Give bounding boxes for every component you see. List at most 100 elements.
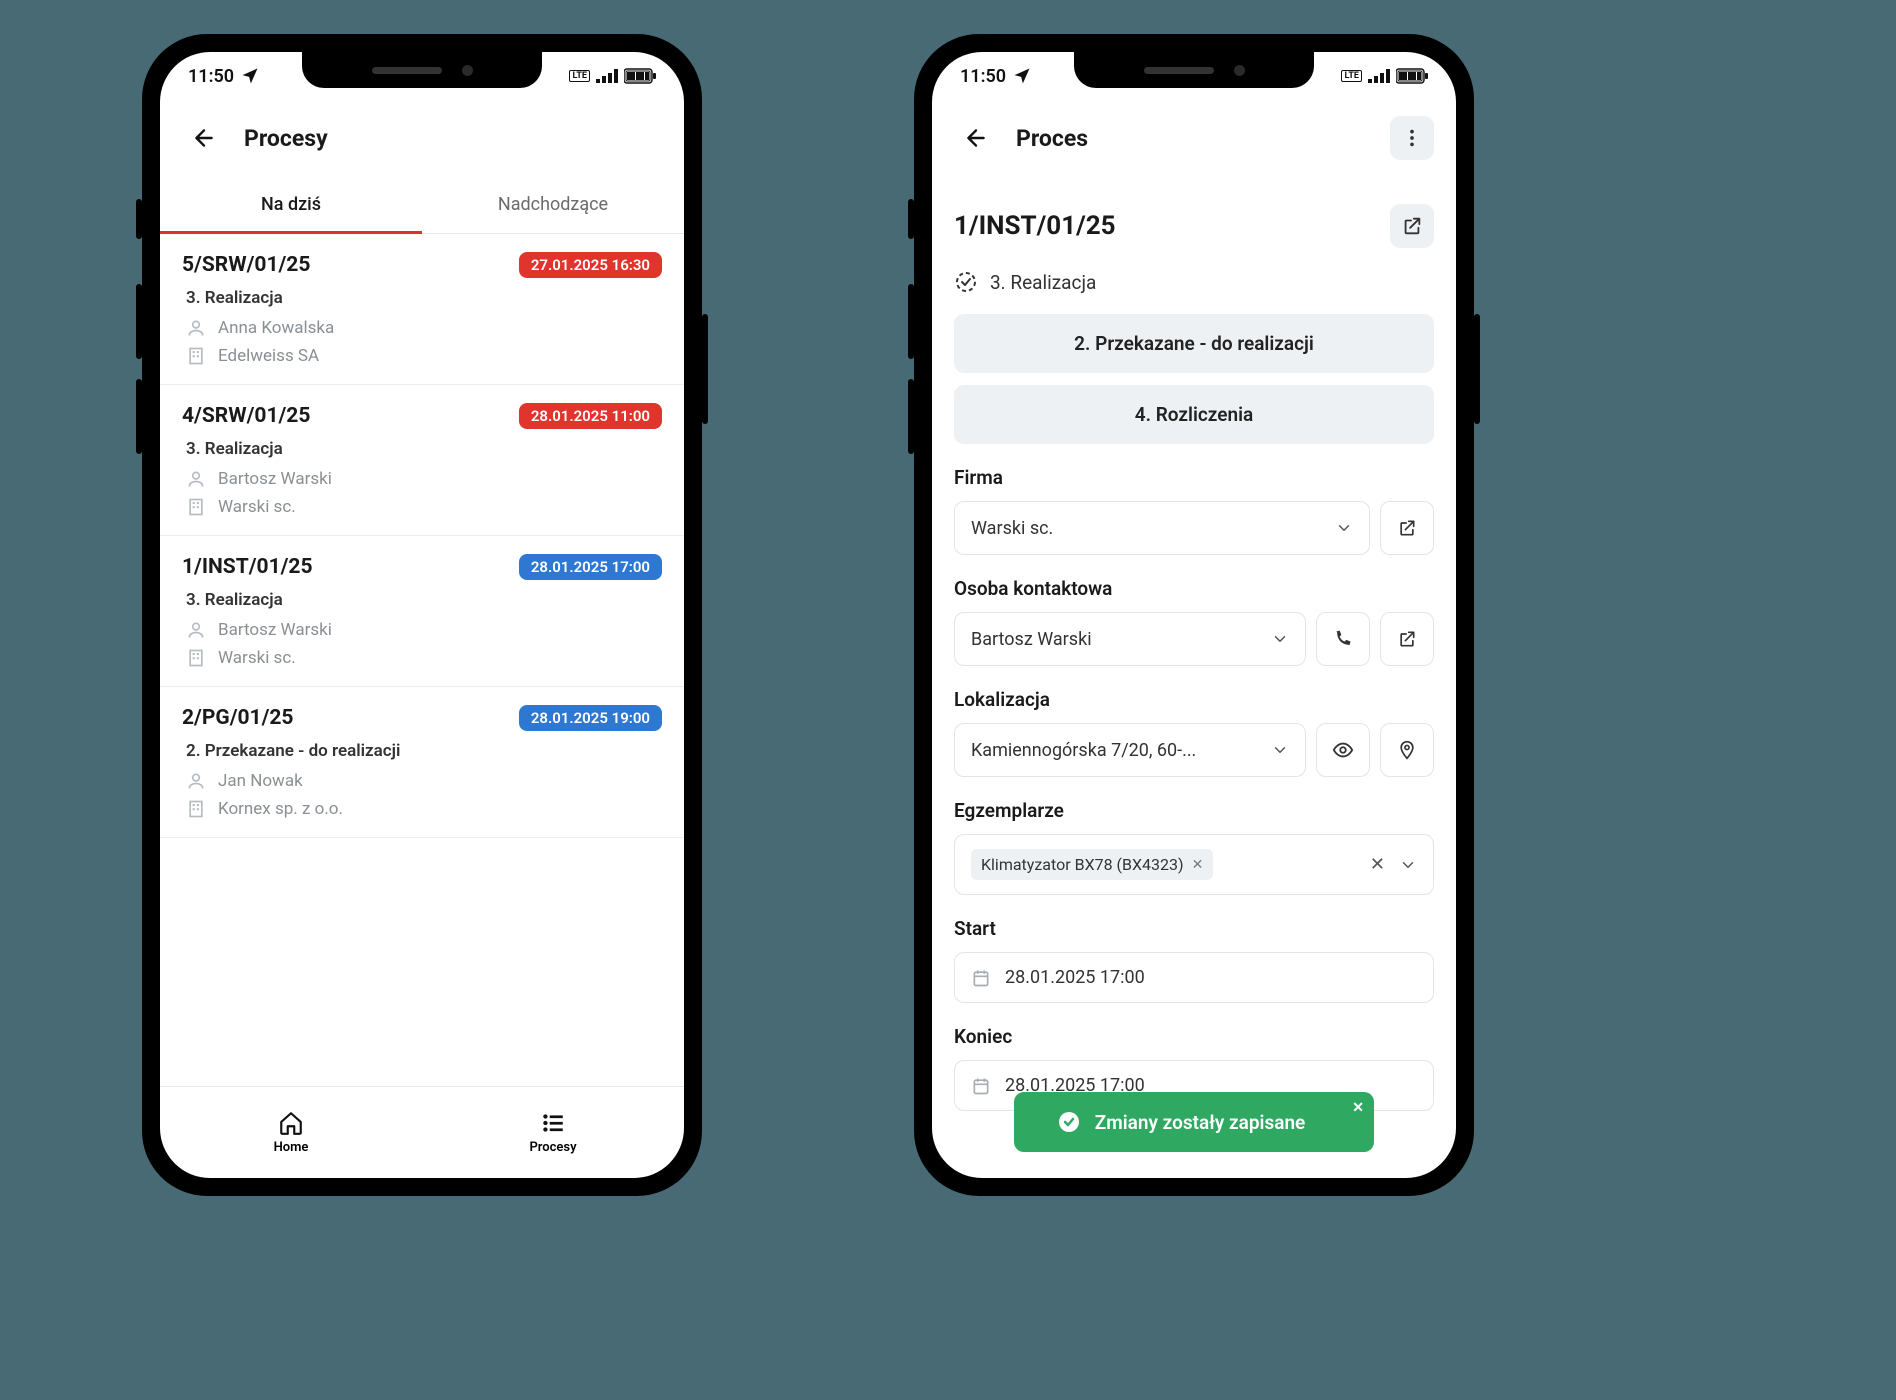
datetime-badge: 28.01.2025 17:00 [519,554,662,580]
company-label: Firma [954,466,1434,489]
process-id-title: 1/INST/01/25 [954,211,1116,241]
contact-select[interactable]: Bartosz Warski [954,612,1306,666]
bottom-nav: Home Procesy [160,1086,684,1178]
building-icon [186,346,206,366]
status-time: 11:50 [960,66,1006,87]
back-button[interactable] [954,116,998,160]
page-title: Procesy [244,125,328,152]
datetime-badge: 27.01.2025 16:30 [519,252,662,278]
home-icon [278,1110,304,1136]
remove-chip-button[interactable]: ✕ [1192,857,1204,873]
location-value: Kamiennogórska 7/20, 60-... [971,740,1196,761]
process-id: 2/PG/01/25 [182,706,293,730]
nav-processes[interactable]: Procesy [422,1087,684,1178]
nav-processes-label: Procesy [529,1140,576,1155]
process-list[interactable]: 5/SRW/01/25 27.01.2025 16:30 3. Realizac… [160,234,684,1086]
stage-next-button[interactable]: 4. Rozliczenia [954,385,1434,444]
battery-icon [1396,68,1428,84]
list-item[interactable]: 2/PG/01/25 28.01.2025 19:00 2. Przekazan… [160,687,684,838]
signal-icon [596,69,618,83]
open-company-button[interactable] [1380,501,1434,555]
person-icon [186,620,206,640]
arrow-left-icon [963,125,989,151]
location-label: Lokalizacja [954,688,1434,711]
process-person: Bartosz Warski [218,469,332,489]
location-select[interactable]: Kamiennogórska 7/20, 60-... [954,723,1306,777]
phone-icon [1333,629,1353,649]
tab-today[interactable]: Na dziś [160,176,422,233]
tabs: Na dziś Nadchodzące [160,176,684,234]
arrow-left-icon [191,125,217,151]
nav-home-label: Home [274,1140,309,1155]
phone-frame-left: 11:50 LTE Procesy Na dziś Nadchodzące [142,34,702,1196]
external-link-icon [1397,518,1417,538]
start-label: Start [954,917,1434,940]
call-contact-button[interactable] [1316,612,1370,666]
process-person: Bartosz Warski [218,620,332,640]
toast-close-button[interactable]: ✕ [1352,1100,1364,1116]
external-link-icon [1401,215,1423,237]
chevron-down-icon [1335,519,1353,537]
building-icon [186,799,206,819]
calendar-icon [971,968,991,988]
list-item[interactable]: 4/SRW/01/25 28.01.2025 11:00 3. Realizac… [160,385,684,536]
status-time: 11:50 [188,66,234,87]
process-detail[interactable]: 1/INST/01/25 3. Realizacja 2. Przekazane… [932,176,1456,1178]
location-arrow-icon [1012,66,1032,86]
more-menu-button[interactable] [1390,116,1434,160]
process-person: Jan Nowak [218,771,303,791]
process-status: 2. Przekazane - do realizacji [186,741,662,761]
person-icon [186,469,206,489]
process-person: Anna Kowalska [218,318,334,338]
items-multiselect[interactable]: Klimatyzator BX78 (BX4323) ✕ ✕ [954,834,1434,895]
company-value: Warski sc. [971,518,1053,539]
battery-icon [624,68,656,84]
tab-upcoming[interactable]: Nadchodzące [422,176,684,233]
datetime-badge: 28.01.2025 11:00 [519,403,662,429]
process-company: Warski sc. [218,648,296,668]
chevron-down-icon [1399,856,1417,874]
start-datetime-input[interactable]: 28.01.2025 17:00 [954,952,1434,1003]
map-location-button[interactable] [1380,723,1434,777]
signal-icon [1368,69,1390,83]
page-title: Proces [1016,125,1088,152]
open-contact-button[interactable] [1380,612,1434,666]
open-external-button[interactable] [1390,204,1434,248]
calendar-icon [971,1076,991,1096]
toast-message: Zmiany zostały zapisane [1095,1111,1306,1134]
end-label: Koniec [954,1025,1434,1048]
chevron-down-icon [1271,630,1289,648]
stage-prev-button[interactable]: 2. Przekazane - do realizacji [954,314,1434,373]
current-stage: 3. Realizacja [954,270,1434,294]
person-icon [186,771,206,791]
process-company: Edelweiss SA [218,346,319,366]
company-select[interactable]: Warski sc. [954,501,1370,555]
check-circle-icon [1057,1110,1081,1134]
process-id: 5/SRW/01/25 [182,253,310,277]
list-icon [540,1110,566,1136]
start-datetime-value: 28.01.2025 17:00 [1005,967,1145,988]
contact-label: Osoba kontaktowa [954,577,1434,600]
items-label: Egzemplarze [954,799,1434,822]
building-icon [186,648,206,668]
phone-frame-right: 11:50 LTE Proces 1/INST/01/25 [914,34,1474,1196]
list-item[interactable]: 1/INST/01/25 28.01.2025 17:00 3. Realiza… [160,536,684,687]
chevron-down-icon [1271,741,1289,759]
building-icon [186,497,206,517]
process-status: 3. Realizacja [186,590,662,610]
process-company: Kornex sp. z o.o. [218,799,343,819]
progress-check-icon [954,270,978,294]
map-pin-icon [1397,740,1417,760]
nav-home[interactable]: Home [160,1087,422,1178]
contact-value: Bartosz Warski [971,629,1092,650]
datetime-badge: 28.01.2025 19:00 [519,705,662,731]
view-location-button[interactable] [1316,723,1370,777]
dots-vertical-icon [1401,127,1423,149]
process-company: Warski sc. [218,497,296,517]
process-id: 4/SRW/01/25 [182,404,310,428]
back-button[interactable] [182,116,226,160]
list-item[interactable]: 5/SRW/01/25 27.01.2025 16:30 3. Realizac… [160,234,684,385]
current-stage-label: 3. Realizacja [990,271,1096,294]
external-link-icon [1397,629,1417,649]
clear-all-button[interactable]: ✕ [1370,854,1385,875]
